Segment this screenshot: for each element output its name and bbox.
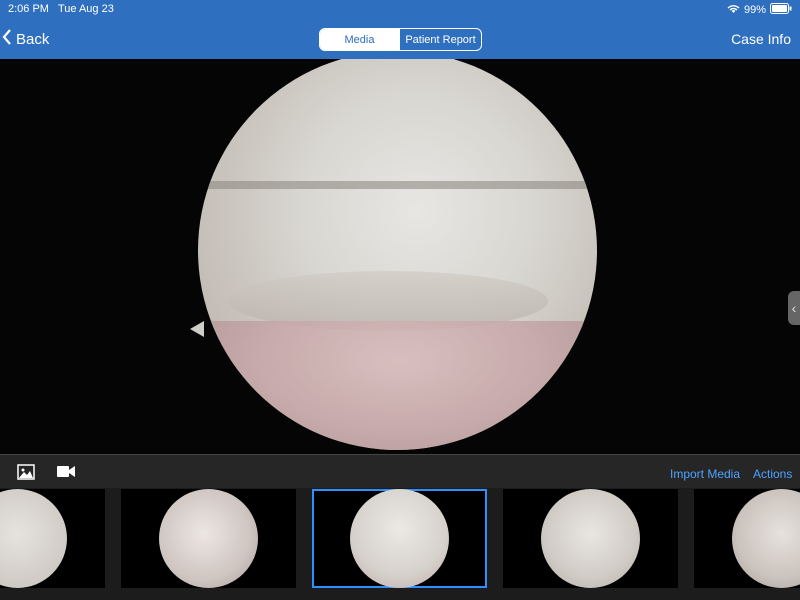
battery-percent: 99% (743, 4, 766, 16)
thumbnail-selected[interactable] (312, 489, 487, 588)
thumbnail[interactable] (503, 489, 678, 588)
back-button[interactable]: Back (2, 28, 49, 50)
arthroscopy-image (198, 59, 597, 450)
chevron-left-icon: ‹ (791, 300, 797, 316)
video-camera-icon[interactable] (57, 465, 75, 483)
status-right: 99% (727, 3, 792, 17)
segmented-control: Media Patient Report (319, 28, 482, 51)
thumbnail[interactable] (121, 489, 296, 588)
case-info-button[interactable]: Case Info (731, 31, 791, 47)
import-media-button[interactable]: Import Media (670, 467, 740, 481)
tissue-lower (198, 321, 597, 450)
photo-icon[interactable] (17, 464, 35, 485)
back-label: Back (16, 30, 50, 48)
status-time: 2:06 PM Tue Aug 23 (8, 3, 114, 15)
media-toolbar: Import Media Actions (0, 454, 800, 489)
media-viewer[interactable]: ‹ (0, 59, 800, 454)
thumbnail[interactable] (0, 489, 105, 588)
tab-patient-report[interactable]: Patient Report (399, 29, 481, 50)
top-bar: 2:06 PM Tue Aug 23 99% Back Media Patien… (0, 0, 800, 59)
scope-notch (190, 321, 204, 337)
status-clock: 2:06 PM (8, 3, 49, 15)
chevron-left-icon (2, 28, 12, 50)
battery-icon (770, 3, 792, 17)
side-panel-handle[interactable]: ‹ (788, 291, 800, 325)
wifi-icon (727, 4, 740, 17)
actions-button[interactable]: Actions (753, 467, 792, 481)
thumbnail[interactable] (694, 489, 800, 588)
status-date: Tue Aug 23 (57, 3, 114, 15)
tab-media[interactable]: Media (320, 29, 399, 50)
tissue-band (198, 181, 597, 189)
thumbnail-strip[interactable] (0, 488, 800, 600)
